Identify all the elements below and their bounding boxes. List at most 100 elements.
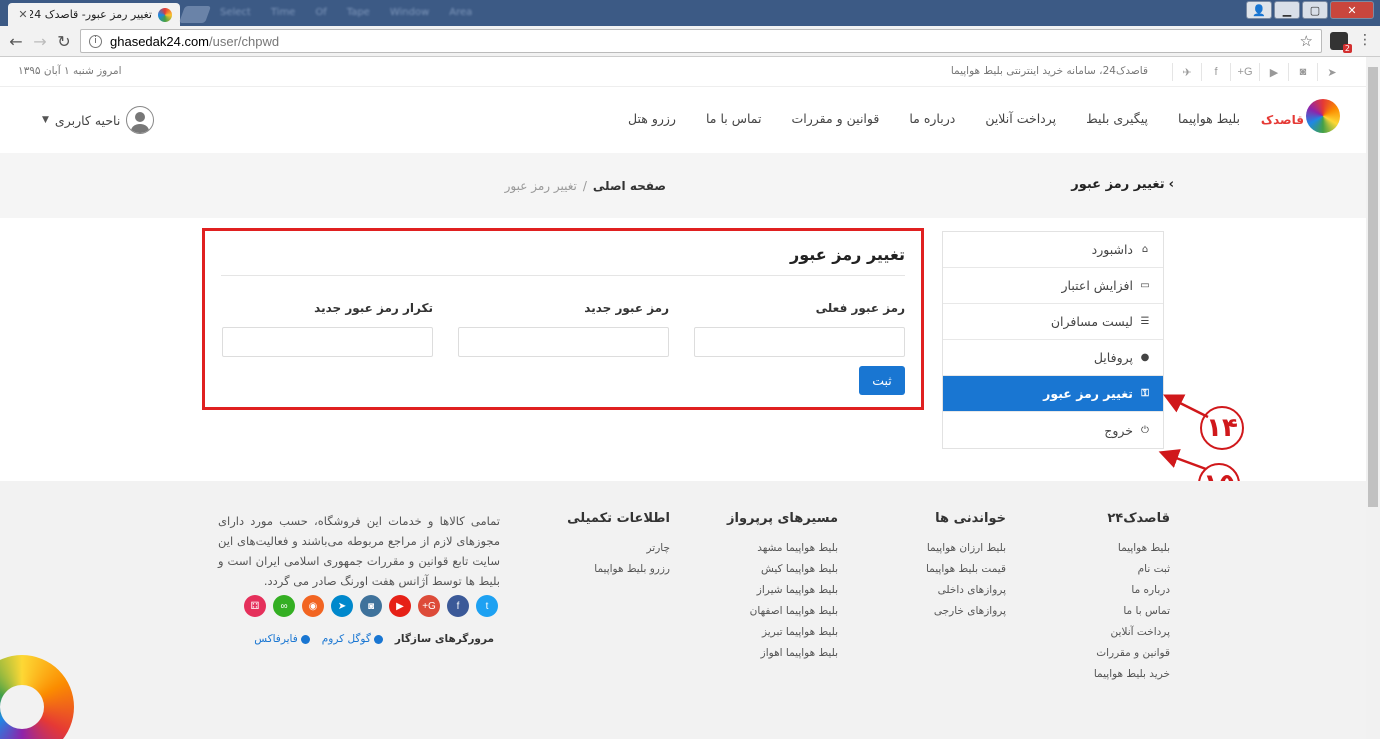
menu-icon[interactable]: ⋮ — [1358, 32, 1372, 48]
breadcrumb-separator: / — [582, 179, 587, 193]
blurred-tabs: Select Time Of Tape Window Area — [220, 7, 472, 18]
footer-link[interactable]: بلیط ارزان هواپیما — [926, 538, 1006, 559]
user-area-label: ناحیه کاربری — [54, 112, 121, 128]
browser-tab[interactable]: تغییر رمز عبور- قاصدک 24 ✕ — [8, 3, 180, 26]
facebook-icon[interactable]: f — [1201, 63, 1230, 81]
site-footer: قاصدک۲۴ بلیط هواپیما ثبت نام درباره ما ت… — [0, 481, 1366, 739]
blurred-tab-label: Time — [270, 7, 296, 18]
star-icon[interactable]: ☆ — [1300, 32, 1313, 50]
footer-link[interactable]: ثبت نام — [1094, 559, 1170, 580]
logo-text: قاصدک — [1260, 113, 1304, 127]
twitter-icon[interactable]: t — [476, 595, 498, 617]
tab-title: تغییر رمز عبور- قاصدک 24 — [30, 8, 152, 21]
rss-icon[interactable]: ◉ — [302, 595, 324, 617]
instagram-icon[interactable]: ◙ — [1288, 63, 1317, 81]
corner-logo-icon — [0, 655, 74, 739]
footer-link[interactable]: چارتر — [567, 538, 670, 559]
footer-link[interactable]: قیمت بلیط هواپیما — [926, 559, 1006, 580]
nav-rules[interactable]: قوانین و مقررات — [791, 111, 879, 126]
instagram-icon[interactable]: ◙ — [360, 595, 382, 617]
footer-link[interactable]: پروازهای داخلی — [926, 580, 1006, 601]
close-icon[interactable]: ✕ — [16, 8, 30, 21]
telegram-icon[interactable]: ➤ — [331, 595, 353, 617]
extension-icon[interactable]: 2 — [1330, 32, 1352, 53]
blurred-tab-label: Tape — [346, 7, 370, 18]
footer-link[interactable]: پرداخت آنلاین — [1094, 622, 1170, 643]
address-bar: ← → ↻ i ghasedak24.com/user/chpwd ☆ 2 ⋮ — [0, 26, 1380, 57]
footer-link[interactable]: بلیط هواپیما شیراز — [727, 580, 838, 601]
browsers-label: مرورگرهای سازگار — [394, 633, 494, 645]
window-close-icon[interactable]: ✕ — [1330, 1, 1374, 19]
footer-about-text: تمامی کالاها و خدمات این فروشگاه، حسب مو… — [218, 514, 500, 588]
footer-social-links: t f G+ ▶ ◙ ➤ ◉ ∞ ⚃ — [244, 595, 498, 617]
power-icon: ⏻ — [1141, 424, 1149, 436]
repeat-password-input[interactable] — [222, 327, 433, 357]
sidebar-item-logout[interactable]: ⏻ خروج — [943, 412, 1163, 448]
sidebar-item-dashboard[interactable]: ⌂ داشبورد — [943, 232, 1163, 268]
footer-link[interactable]: بلیط هواپیما اهواز — [727, 643, 838, 664]
footer-link[interactable]: خرید بلیط هواپیما — [1094, 664, 1170, 685]
sidebar-item-change-password[interactable]: ⚿ تغییر رمز عبور — [943, 376, 1163, 412]
current-password-input[interactable] — [694, 327, 905, 357]
favicon-icon — [158, 7, 172, 22]
footer-link[interactable]: بلیط هواپیما مشهد — [727, 538, 838, 559]
new-tab-button[interactable] — [178, 6, 212, 23]
info-icon[interactable]: i — [89, 34, 102, 48]
youtube-icon[interactable]: ▶ — [1259, 63, 1288, 81]
footer-link[interactable]: قوانین و مقررات — [1094, 643, 1170, 664]
firefox-icon — [300, 634, 310, 644]
footer-link[interactable]: بلیط هواپیما تبریز — [727, 622, 838, 643]
googleplus-icon[interactable]: G+ — [1230, 63, 1259, 81]
aparat-icon[interactable]: ∞ — [273, 595, 295, 617]
sidebar-item-credit[interactable]: ▭ افزایش اعتبار — [943, 268, 1163, 304]
footer-link[interactable]: درباره ما — [1094, 580, 1170, 601]
url-input[interactable]: i ghasedak24.com/user/chpwd ☆ — [80, 29, 1322, 53]
nav-contact[interactable]: تماس با ما — [706, 111, 762, 126]
telegram-icon[interactable]: ➤ — [1317, 63, 1346, 81]
back-icon[interactable]: ← — [6, 31, 26, 51]
profile-icon[interactable]: 👤 — [1246, 1, 1272, 19]
nav-online-payment[interactable]: پرداخت آنلاین — [985, 111, 1056, 126]
googleplus-icon[interactable]: G+ — [418, 595, 440, 617]
browser-firefox-link[interactable]: فایرفاکس — [254, 633, 310, 645]
twitter-icon[interactable]: ✈ — [1172, 63, 1201, 81]
top-info-bar: ➤ ◙ ▶ G+ f ✈ قاصدک24، سامانه خرید اینترن… — [0, 57, 1366, 87]
nav-ticket-tracking[interactable]: پیگیری بلیط — [1086, 111, 1148, 126]
reload-icon[interactable]: ↻ — [54, 31, 74, 51]
forward-icon[interactable]: → — [30, 31, 50, 51]
footer-link[interactable]: پروازهای خارجی — [926, 601, 1006, 622]
breadcrumb-home[interactable]: صفحه اصلی — [593, 179, 666, 193]
form-divider — [221, 275, 905, 276]
chrome-icon — [373, 634, 383, 644]
maximize-icon[interactable]: ▢ — [1302, 1, 1328, 19]
minimize-icon[interactable]: ▁ — [1274, 1, 1300, 19]
page-title-text: تغییر رمز عبور — [1071, 177, 1165, 192]
nav-flight-ticket[interactable]: بلیط هواپیما — [1178, 111, 1240, 126]
sidebar-item-profile[interactable]: ● پروفایل — [943, 340, 1163, 376]
breadcrumb-bar: ›تغییر رمز عبور صفحه اصلی / تغییر رمز عب… — [0, 153, 1366, 218]
nav-about[interactable]: درباره ما — [909, 111, 955, 126]
sidebar-item-label: پروفایل — [1093, 350, 1133, 365]
submit-button[interactable]: ثبت — [859, 366, 905, 395]
today-date: امروز شنبه ۱ آبان ۱۳۹۵ — [18, 65, 122, 77]
logo-flower-icon — [1306, 99, 1340, 133]
dice-icon[interactable]: ⚃ — [244, 595, 266, 617]
footer-link[interactable]: بلیط هواپیما — [1094, 538, 1170, 559]
scrollbar-thumb[interactable] — [1368, 67, 1378, 507]
user-area-dropdown[interactable]: ناحیه کاربری ▼ — [42, 106, 155, 134]
footer-link[interactable]: بلیط هواپیما اصفهان — [727, 601, 838, 622]
new-password-input[interactable] — [458, 327, 669, 357]
footer-link[interactable]: تماس با ما — [1094, 601, 1170, 622]
sidebar-item-passengers[interactable]: ☰ لیست مسافران — [943, 304, 1163, 340]
youtube-icon[interactable]: ▶ — [389, 595, 411, 617]
page-scrollbar[interactable] — [1366, 57, 1380, 739]
battery-icon: ▭ — [1140, 280, 1150, 291]
footer-link[interactable]: رزرو بلیط هواپیما — [567, 559, 670, 580]
footer-link[interactable]: بلیط هواپیما کیش — [727, 559, 838, 580]
browser-chrome-link[interactable]: گوگل کروم — [322, 633, 383, 645]
facebook-icon[interactable]: f — [447, 595, 469, 617]
nav-hotel[interactable]: رزرو هتل — [628, 111, 676, 126]
site-logo[interactable]: قاصدک — [1260, 99, 1340, 133]
sidebar-item-label: افزایش اعتبار — [1061, 278, 1133, 293]
footer-col-extra: اطلاعات تکمیلی چارتر رزرو بلیط هواپیما — [567, 511, 670, 580]
